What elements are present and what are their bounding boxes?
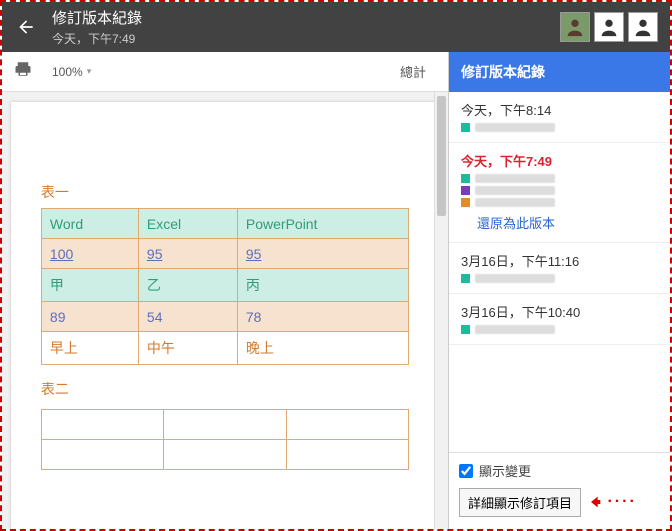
avatar[interactable] — [628, 12, 658, 42]
cell: 54 — [138, 302, 237, 332]
table-row — [41, 410, 408, 440]
revision-editors — [461, 274, 658, 283]
table-row: 100 95 95 — [41, 239, 408, 269]
revision-list: 今天，下午8:14 今天，下午7:49 還原為此版本 3月16日，下午11:16 3月1… — [449, 92, 670, 452]
body: 100% ▾ 總計 表一 Word Excel PowerPoint — [2, 52, 670, 529]
editor-color-swatch — [461, 198, 470, 207]
page-subtitle: 今天，下午7:49 — [52, 30, 560, 47]
scrollbar-thumb[interactable] — [437, 96, 446, 216]
cell: 乙 — [138, 269, 237, 302]
revision-item[interactable]: 3月16日，下午11:16 — [449, 243, 670, 294]
zoom-dropdown[interactable]: 100% ▾ — [52, 65, 91, 79]
editor-row — [461, 325, 658, 334]
editor-name-blurred — [475, 198, 555, 207]
cell: 中午 — [138, 332, 237, 365]
revision-sidebar: 修訂版本紀錄 今天，下午8:14 今天，下午7:49 還原為此版本 3月16日，下午1… — [448, 52, 670, 529]
editor-row — [461, 174, 658, 183]
show-changes-checkbox[interactable]: 顯示變更 — [459, 461, 660, 480]
table1-title: 表一 — [41, 182, 409, 202]
revision-editors — [461, 325, 658, 334]
app-frame: 修訂版本紀錄 今天，下午7:49 100% ▾ — [0, 0, 672, 531]
table-row: Word Excel PowerPoint — [41, 209, 408, 239]
editor-name-blurred — [475, 325, 555, 334]
chevron-down-icon: ▾ — [87, 66, 92, 77]
cell: 78 — [237, 302, 408, 332]
table-row: 89 54 78 — [41, 302, 408, 332]
document-paper: 表一 Word Excel PowerPoint 100 95 95 — [11, 102, 439, 529]
editor-row — [461, 274, 658, 283]
editor-name-blurred — [475, 174, 555, 183]
header-title-block: 修訂版本紀錄 今天，下午7:49 — [52, 7, 560, 47]
callout-arrow-icon: ···· — [591, 493, 636, 511]
cell: 丙 — [237, 269, 408, 302]
editor-name-blurred — [475, 123, 555, 132]
restore-version-link[interactable]: 還原為此版本 — [477, 213, 658, 232]
editor-row — [461, 123, 658, 132]
vertical-scrollbar[interactable] — [434, 92, 448, 529]
cell: Excel — [138, 209, 237, 239]
sidebar-footer: 顯示變更 詳細顯示修訂項目 ···· — [449, 452, 670, 529]
cell: PowerPoint — [237, 209, 408, 239]
toolbar: 100% ▾ 總計 — [2, 52, 448, 92]
table-row — [41, 440, 408, 470]
revision-time: 今天，下午7:49 — [461, 151, 658, 170]
cell: Word — [41, 209, 138, 239]
revision-item[interactable]: 今天，下午8:14 — [449, 92, 670, 143]
table-one: Word Excel PowerPoint 100 95 95 甲 乙 — [41, 208, 409, 365]
avatar[interactable] — [560, 12, 590, 42]
document-column: 100% ▾ 總計 表一 Word Excel PowerPoint — [2, 52, 448, 529]
avatar[interactable] — [594, 12, 624, 42]
show-changes-input[interactable] — [459, 464, 473, 478]
cell: 早上 — [41, 332, 138, 365]
revision-time: 3月16日，下午10:40 — [461, 302, 658, 321]
revision-item[interactable]: 3月16日，下午10:40 — [449, 294, 670, 345]
back-arrow-icon[interactable] — [10, 11, 42, 43]
editor-color-swatch — [461, 325, 470, 334]
revision-editors — [461, 123, 658, 132]
document-scroll-area[interactable]: 表一 Word Excel PowerPoint 100 95 95 — [2, 92, 448, 529]
table2-title: 表二 — [41, 379, 409, 399]
print-icon[interactable] — [14, 60, 32, 83]
table-row: 甲 乙 丙 — [41, 269, 408, 302]
header-bar: 修訂版本紀錄 今天，下午7:49 — [2, 2, 670, 52]
toolbar-right-label: 總計 — [400, 62, 436, 81]
cell: 100 — [41, 239, 138, 269]
cell: 95 — [237, 239, 408, 269]
revision-item[interactable]: 今天，下午7:49 還原為此版本 — [449, 143, 670, 243]
page-title: 修訂版本紀錄 — [52, 7, 560, 28]
table-row: 早上 中午 晚上 — [41, 332, 408, 365]
editor-name-blurred — [475, 186, 555, 195]
cell: 晚上 — [237, 332, 408, 365]
zoom-value: 100% — [52, 65, 83, 79]
editor-row — [461, 186, 658, 195]
sidebar-title: 修訂版本紀錄 — [449, 52, 670, 92]
cell: 95 — [138, 239, 237, 269]
editor-color-swatch — [461, 174, 470, 183]
collaborator-avatars — [560, 12, 658, 42]
revision-time: 今天，下午8:14 — [461, 100, 658, 119]
cell: 89 — [41, 302, 138, 332]
editor-color-swatch — [461, 274, 470, 283]
show-changes-label: 顯示變更 — [479, 461, 531, 480]
editor-color-swatch — [461, 123, 470, 132]
editor-name-blurred — [475, 274, 555, 283]
editor-row — [461, 198, 658, 207]
revision-editors — [461, 174, 658, 207]
editor-color-swatch — [461, 186, 470, 195]
cell: 甲 — [41, 269, 138, 302]
detail-revisions-button[interactable]: 詳細顯示修訂項目 — [459, 488, 581, 517]
table-two — [41, 409, 409, 470]
revision-time: 3月16日，下午11:16 — [461, 251, 658, 270]
